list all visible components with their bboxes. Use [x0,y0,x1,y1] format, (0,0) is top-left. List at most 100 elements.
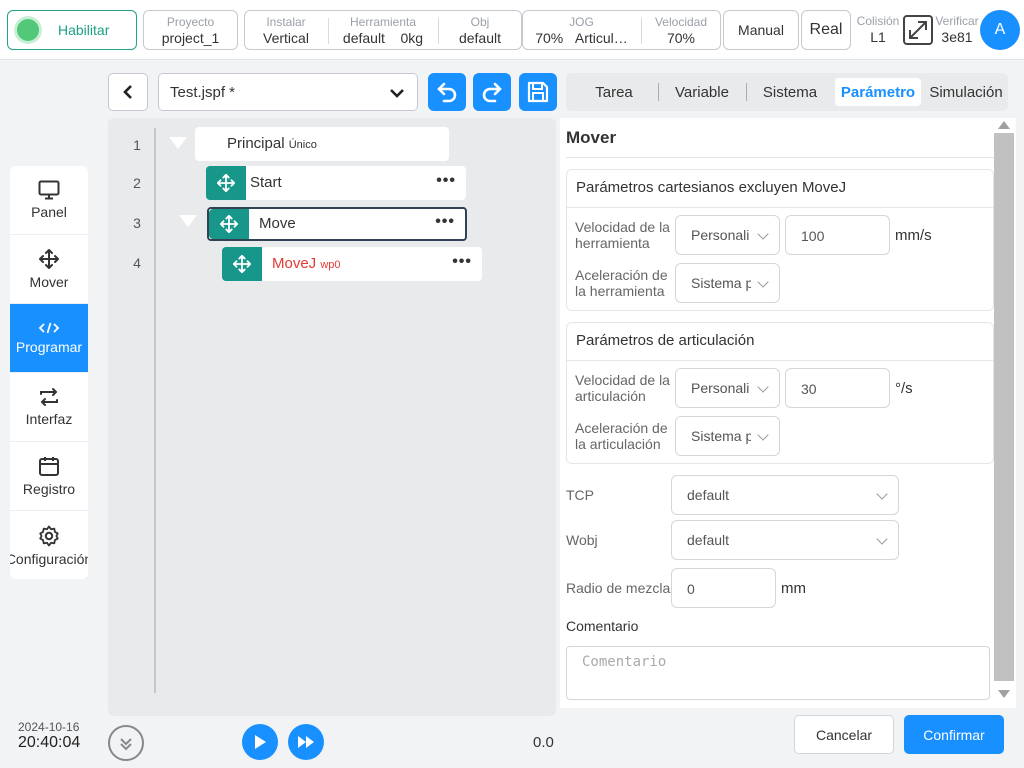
step-forward-button[interactable] [288,724,324,760]
more-options-icon[interactable]: ••• [435,214,455,230]
card-header: Parámetros cartesianos excluyen MoveJ [567,170,993,208]
comment-textarea[interactable]: Comentario [566,646,990,700]
top-bar: Habilitar Proyecto project_1 Instalar Ve… [0,0,1024,60]
input-value: 100 [801,228,825,244]
joint-speed-mode-select[interactable]: Personali [675,368,780,408]
tool-label: Herramienta [349,15,417,29]
nav-item-settings[interactable]: Configuración [10,511,88,579]
tree-node-move[interactable]: Move ••• [207,207,467,241]
joint-acc-label: Aceleración de la articulación [575,420,668,452]
undo-icon [437,82,457,103]
redo-button[interactable] [473,73,511,111]
line-number: 4 [133,255,141,271]
drag-handle[interactable] [209,209,249,239]
blend-radius-input[interactable]: 0 [671,568,776,608]
verify-label: Verificar [935,14,979,28]
run-button[interactable] [242,724,278,760]
wobj-label: Wobj [566,532,598,548]
tree-node-start[interactable]: Start ••• [206,166,466,200]
fast-forward-icon [298,736,314,748]
fullscreen-icon[interactable] [903,15,933,45]
nav-label: Programar [15,339,83,355]
nav-label: Interfaz [25,411,73,427]
unit-label: mm/s [895,227,932,244]
manual-mode-button[interactable]: Manual [723,10,799,50]
jog-mode: Articul… [574,30,628,46]
monitor-icon [38,180,60,200]
obj-label: Obj [470,15,490,29]
undo-button[interactable] [428,73,466,111]
tool-acc-mode-select[interactable]: Sistema p [675,263,780,303]
clock: 2024-10-16 20:40:04 [18,720,80,752]
collision-indicator[interactable]: Colisión L1 [855,14,901,46]
nav-item-interface[interactable]: Interfaz [10,373,88,442]
node-label: MoveJ [272,255,317,272]
confirm-button[interactable]: Confirmar [904,715,1004,754]
chevron-down-circle-icon [120,738,132,751]
step-down-button[interactable] [108,725,144,761]
project-label: Proyecto [166,15,215,29]
collapse-toggle-icon[interactable] [169,137,187,149]
nav-item-log[interactable]: Registro [10,442,88,511]
nav-label: Panel [31,204,67,220]
real-mode-button[interactable]: Real [801,10,851,50]
scroll-thumb[interactable] [994,133,1014,681]
back-button[interactable] [108,73,148,111]
verify-indicator[interactable]: Verificar 3e81 [935,14,979,46]
status-led-icon [17,19,39,41]
scroll-up-icon[interactable] [998,121,1010,129]
chevron-down-icon [757,276,769,288]
tab-task[interactable]: Tarea [574,78,654,106]
install-tool-box[interactable]: Instalar Vertical Herramienta default 0k… [244,10,522,50]
tab-parameter[interactable]: Parámetro [835,78,921,106]
input-value: 0 [687,581,695,597]
enable-button[interactable]: Habilitar [7,10,137,50]
line-number: 3 [133,215,141,231]
nav-item-program[interactable]: Programar [10,304,88,373]
cancel-button[interactable]: Cancelar [794,715,894,754]
divider [566,157,994,158]
nav-item-move[interactable]: Mover [10,235,88,304]
tcp-select[interactable]: default [671,475,899,515]
install-label: Instalar [266,15,306,29]
chevron-down-icon [390,89,404,98]
swap-icon [40,388,58,406]
tree-node-movej[interactable]: MoveJ wp0 ••• [222,247,482,281]
drag-handle[interactable] [206,166,246,200]
unit-label: °/s [895,380,913,397]
chevron-left-icon [123,85,132,99]
more-options-icon[interactable]: ••• [452,254,472,270]
jog-speed-box[interactable]: JOG 70% Articul… Velocidad 70% [522,10,721,50]
tree-node-principal[interactable]: Principal Único [195,127,449,161]
move-icon [219,214,239,234]
chevron-down-icon [876,533,888,545]
collapse-toggle-icon[interactable] [179,215,197,227]
gear-icon [39,525,59,546]
speed-label: Velocidad [654,15,708,29]
wobj-select[interactable]: default [671,520,899,560]
tab-variable[interactable]: Variable [662,78,742,106]
project-box[interactable]: Proyecto project_1 [143,10,238,50]
card-header: Parámetros de articulación [567,323,993,361]
tab-bar: Tarea Variable Sistema Parámetro Simulac… [566,73,1008,111]
node-label: Start [250,174,282,191]
tool-speed-input[interactable]: 100 [785,215,890,255]
scroll-down-icon[interactable] [998,690,1010,698]
tab-simulation[interactable]: Simulación [924,78,1008,106]
nav-item-panel[interactable]: Panel [10,166,88,235]
joint-acc-mode-select[interactable]: Sistema p [675,416,780,456]
drag-handle[interactable] [222,247,262,281]
tool-acc-label: Aceleración de la herramienta [575,267,668,299]
save-button[interactable] [519,73,557,111]
tool-speed-mode-select[interactable]: Personali [675,215,780,255]
calendar-icon [39,457,59,476]
tab-system[interactable]: Sistema [750,78,830,106]
move-icon [232,254,252,274]
more-options-icon[interactable]: ••• [436,173,456,189]
joint-speed-input[interactable]: 30 [785,368,890,408]
clock-date: 2024-10-16 [18,720,80,734]
file-select[interactable]: Test.jspf * [158,73,418,111]
avatar[interactable]: A [980,10,1020,50]
tree-guide-line [154,128,156,693]
select-value: default [687,532,730,548]
